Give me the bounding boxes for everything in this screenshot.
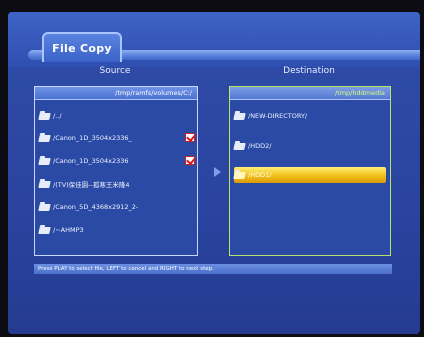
source-item[interactable]: /Canon_1D_3504x2336_ [38, 131, 195, 145]
source-item[interactable]: /~AHMP3 [38, 223, 84, 237]
source-item[interactable]: /Canon_1D_3504x2336 [38, 154, 195, 168]
folder-icon [38, 134, 51, 142]
destination-item-selected[interactable]: /HDD1/ [233, 168, 272, 182]
destination-heading: Destination [283, 66, 335, 76]
source-item[interactable]: /Canon_5D_4368x2912_2- [38, 200, 139, 214]
folder-icon [233, 142, 246, 150]
window-title: File Copy [42, 32, 122, 62]
file-copy-screen: File Copy Source Destination /tmp/ramfs/… [8, 12, 420, 334]
folder-icon [233, 112, 246, 120]
folder-icon [38, 112, 51, 120]
folder-icon [233, 171, 246, 179]
folder-icon [38, 180, 51, 188]
source-panel: /tmp/ramfs/volumes/C:/ /../ /Canon_1D_35… [34, 86, 198, 256]
folder-icon [38, 226, 51, 234]
status-hint: Press PLAY to select file, LEFT to cance… [34, 264, 392, 274]
source-item-label: /(TV)保佳園--孤寒王米隆4 [53, 181, 130, 189]
source-path: /tmp/ramfs/volumes/C:/ [35, 87, 197, 100]
destination-item-label: /HDD2/ [248, 142, 272, 150]
source-item[interactable]: /../ [38, 109, 62, 123]
destination-path: /tmp/hddmedia [230, 87, 390, 100]
destination-item-label: /HDD1/ [248, 171, 272, 179]
source-item-label: /Canon_5D_4368x2912_2- [53, 203, 139, 211]
destination-item[interactable]: /NEW-DIRECTORY/ [233, 109, 308, 123]
source-heading: Source [99, 66, 131, 76]
destination-item[interactable]: /HDD2/ [233, 139, 272, 153]
source-item-label: /Canon_1D_3504x2336_ [53, 134, 132, 142]
source-item-label: /Canon_1D_3504x2336 [53, 157, 129, 165]
source-item-label: /../ [53, 112, 62, 120]
source-item[interactable]: /(TV)保佳園--孤寒王米隆4 [38, 177, 130, 191]
destination-panel: /tmp/hddmedia /NEW-DIRECTORY/ /HDD2/ /HD… [229, 86, 391, 256]
checked-icon[interactable] [185, 156, 195, 165]
folder-icon [38, 157, 51, 165]
checked-icon[interactable] [185, 133, 195, 142]
destination-item-label: /NEW-DIRECTORY/ [248, 112, 308, 120]
folder-icon [38, 203, 51, 211]
source-item-label: /~AHMP3 [53, 226, 84, 234]
arrow-right-icon [214, 167, 221, 177]
